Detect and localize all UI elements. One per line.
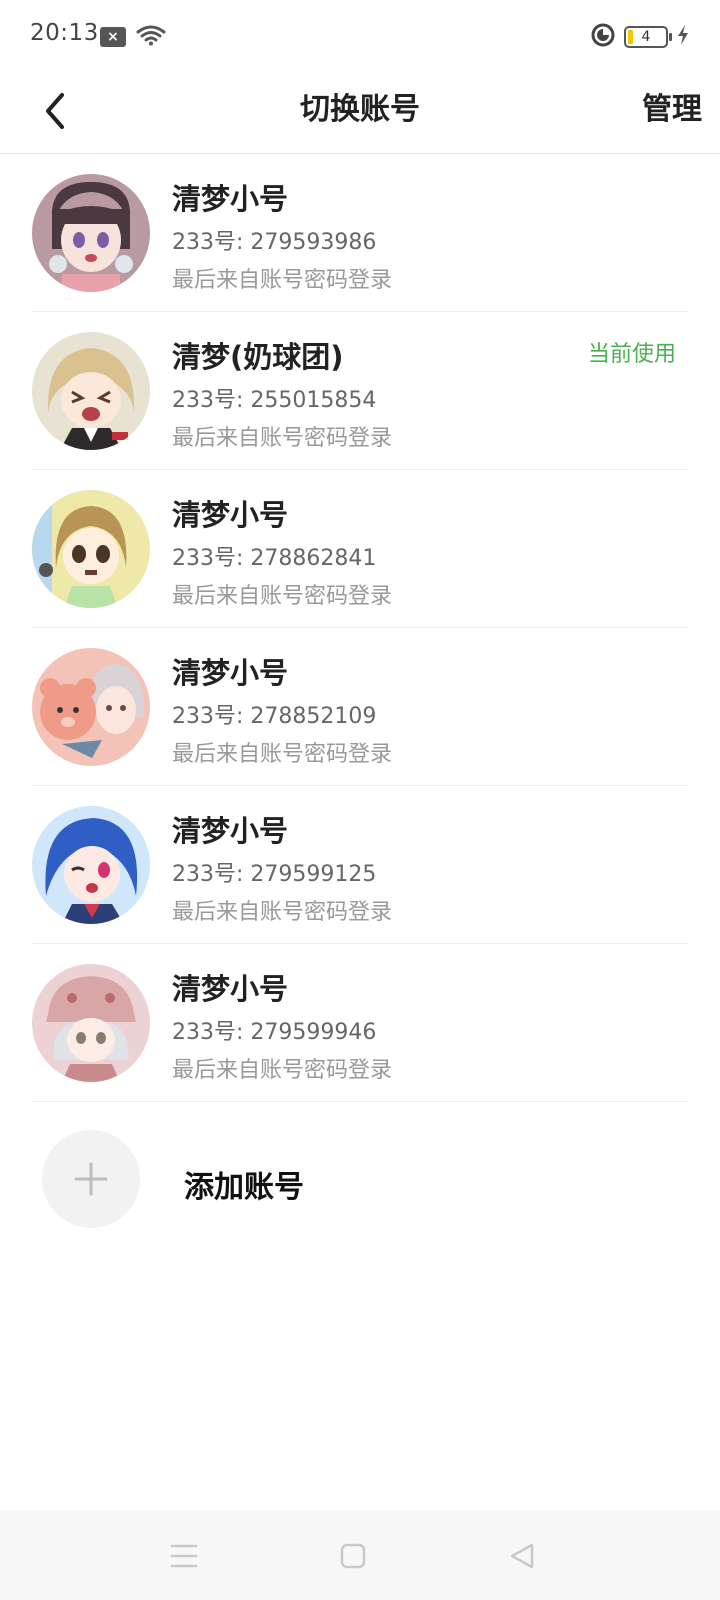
back-triangle-icon [510, 1543, 534, 1569]
account-name: 清梦小号 [172, 814, 289, 848]
manage-button[interactable]: 管理 [642, 84, 702, 128]
data-saver-icon [590, 22, 616, 52]
account-login-method: 最后来自账号密码登录 [172, 268, 393, 293]
account-row[interactable]: 清梦小号 233号: 279599125 最后来自账号密码登录 [0, 786, 720, 944]
top-app-bar: 切换账号 管理 [0, 70, 720, 154]
home-square-icon [340, 1543, 366, 1569]
account-id: 233号: 278852109 [172, 704, 377, 729]
account-login-method: 最后来自账号密码登录 [172, 900, 393, 925]
account-name: 清梦小号 [172, 182, 289, 216]
account-id: 233号: 278862841 [172, 546, 377, 571]
status-bar: 20:13 × 4 [0, 0, 720, 70]
account-name: 清梦小号 [172, 498, 289, 532]
avatar [32, 174, 150, 292]
account-row[interactable]: 清梦(奶球团) 233号: 255015854 最后来自账号密码登录 当前使用 [0, 312, 720, 470]
account-id: 233号: 279593986 [172, 230, 377, 255]
account-name: 清梦(奶球团) [172, 340, 344, 374]
wifi-icon [136, 24, 166, 50]
menu-icon [170, 1544, 198, 1568]
home-button[interactable] [335, 1538, 371, 1574]
account-name: 清梦小号 [172, 656, 289, 690]
account-row[interactable]: 清梦小号 233号: 279593986 最后来自账号密码登录 [0, 154, 720, 312]
account-row[interactable]: 清梦小号 233号: 278852109 最后来自账号密码登录 [0, 628, 720, 786]
battery-icon: 4 [624, 26, 672, 48]
account-list: 清梦小号 233号: 279593986 最后来自账号密码登录 清梦(奶球团) … [0, 154, 720, 1102]
account-login-method: 最后来自账号密码登录 [172, 426, 393, 451]
status-time: 20:13 [30, 20, 99, 46]
account-login-method: 最后来自账号密码登录 [172, 584, 393, 609]
add-account-label: 添加账号 [184, 1170, 304, 1205]
add-account-button[interactable]: 添加账号 [0, 1102, 720, 1252]
back-nav-button[interactable] [504, 1538, 540, 1574]
account-login-method: 最后来自账号密码登录 [172, 742, 393, 767]
avatar [32, 806, 150, 924]
account-name: 清梦小号 [172, 972, 289, 1006]
account-id: 233号: 279599125 [172, 862, 377, 887]
avatar [32, 648, 150, 766]
avatar [32, 332, 150, 450]
current-account-badge: 当前使用 [587, 342, 676, 367]
notification-icon: × [100, 27, 126, 47]
status-icons-left: × [100, 24, 166, 50]
page-title: 切换账号 [300, 92, 420, 127]
menu-button[interactable] [166, 1538, 202, 1574]
account-login-method: 最后来自账号密码登录 [172, 1058, 393, 1083]
account-row[interactable]: 清梦小号 233号: 278862841 最后来自账号密码登录 [0, 470, 720, 628]
status-icons-right: 4 [590, 22, 690, 52]
charging-icon [676, 24, 690, 50]
account-row[interactable]: 清梦小号 233号: 279599946 最后来自账号密码登录 [0, 944, 720, 1102]
add-account-circle[interactable] [42, 1130, 140, 1228]
system-nav-bar [0, 1510, 720, 1600]
plus-icon [74, 1162, 108, 1196]
account-id: 233号: 279599946 [172, 1020, 377, 1045]
avatar [32, 964, 150, 1082]
avatar [32, 490, 150, 608]
account-id: 233号: 255015854 [172, 388, 377, 413]
